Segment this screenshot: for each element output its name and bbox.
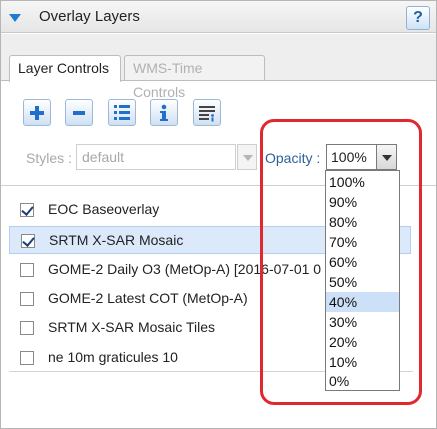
panel-title: Overlay Layers — [39, 8, 140, 25]
opacity-option[interactable]: 80% — [326, 212, 399, 232]
opacity-option[interactable]: 0% — [326, 371, 399, 391]
plus-icon — [30, 106, 44, 120]
tab-wms-time-controls[interactable]: WMS-Time Controls — [124, 55, 265, 100]
layer-checkbox[interactable] — [20, 321, 34, 335]
styles-dropdown-button[interactable] — [237, 144, 257, 170]
opacity-option[interactable]: 40% — [326, 292, 399, 312]
opacity-label: Opacity : — [265, 150, 321, 166]
layer-name: GOME-2 Daily O3 (MetOp-A) [2016-07-01 0 — [48, 261, 322, 277]
opacity-option[interactable]: 60% — [326, 252, 399, 272]
opacity-option[interactable]: 10% — [326, 352, 399, 372]
layer-checkbox[interactable] — [20, 292, 34, 306]
panel-header[interactable]: Overlay Layers ? — [1, 1, 436, 33]
layer-info-button[interactable] — [150, 99, 178, 126]
styles-select[interactable]: default — [76, 144, 236, 170]
opacity-dropdown-button[interactable] — [376, 144, 397, 170]
layer-name: EOC Baseoverlay — [48, 201, 160, 217]
collapse-triangle-icon[interactable] — [9, 14, 21, 22]
layer-name: SRTM X-SAR Mosaic Tiles — [48, 319, 215, 335]
opacity-option[interactable]: 70% — [326, 232, 399, 252]
layer-checkbox[interactable] — [20, 351, 34, 365]
tab-layer-controls[interactable]: Layer Controls — [9, 55, 121, 82]
layer-checkbox[interactable] — [20, 263, 34, 277]
opacity-option[interactable]: 100% — [326, 172, 399, 192]
help-button[interactable]: ? — [406, 6, 430, 30]
info-icon — [160, 104, 168, 121]
layer-name: GOME-2 Latest COT (MetOp-A) — [48, 290, 248, 306]
opacity-option[interactable]: 50% — [326, 272, 399, 292]
chevron-down-icon — [243, 155, 253, 161]
opacity-dropdown-list: 100% 90% 80% 70% 60% 50% 40% 30% 20% 10%… — [325, 170, 400, 391]
tab-bar: Layer Controls WMS-Time Controls — [1, 34, 436, 100]
layer-name: ne 10m graticules 10 — [48, 349, 178, 365]
layer-list-button[interactable] — [108, 99, 136, 126]
minus-icon — [73, 111, 85, 115]
layer-checkbox[interactable] — [21, 234, 35, 248]
layer-name: SRTM X-SAR Mosaic — [49, 232, 184, 248]
styles-label: Styles : — [26, 150, 72, 166]
opacity-option[interactable]: 30% — [326, 312, 399, 332]
list-icon — [114, 105, 130, 120]
opacity-option[interactable]: 90% — [326, 192, 399, 212]
add-layer-button[interactable] — [23, 99, 51, 126]
layer-legend-button[interactable] — [193, 99, 221, 126]
opacity-select[interactable]: 100% — [326, 144, 377, 170]
chevron-down-icon — [382, 155, 392, 161]
overlay-layers-panel: Overlay Layers ? Layer Controls WMS-Time… — [0, 0, 437, 429]
legend-icon — [199, 106, 215, 122]
layer-checkbox[interactable] — [20, 203, 34, 217]
opacity-option[interactable]: 20% — [326, 332, 399, 352]
remove-layer-button[interactable] — [65, 99, 93, 126]
